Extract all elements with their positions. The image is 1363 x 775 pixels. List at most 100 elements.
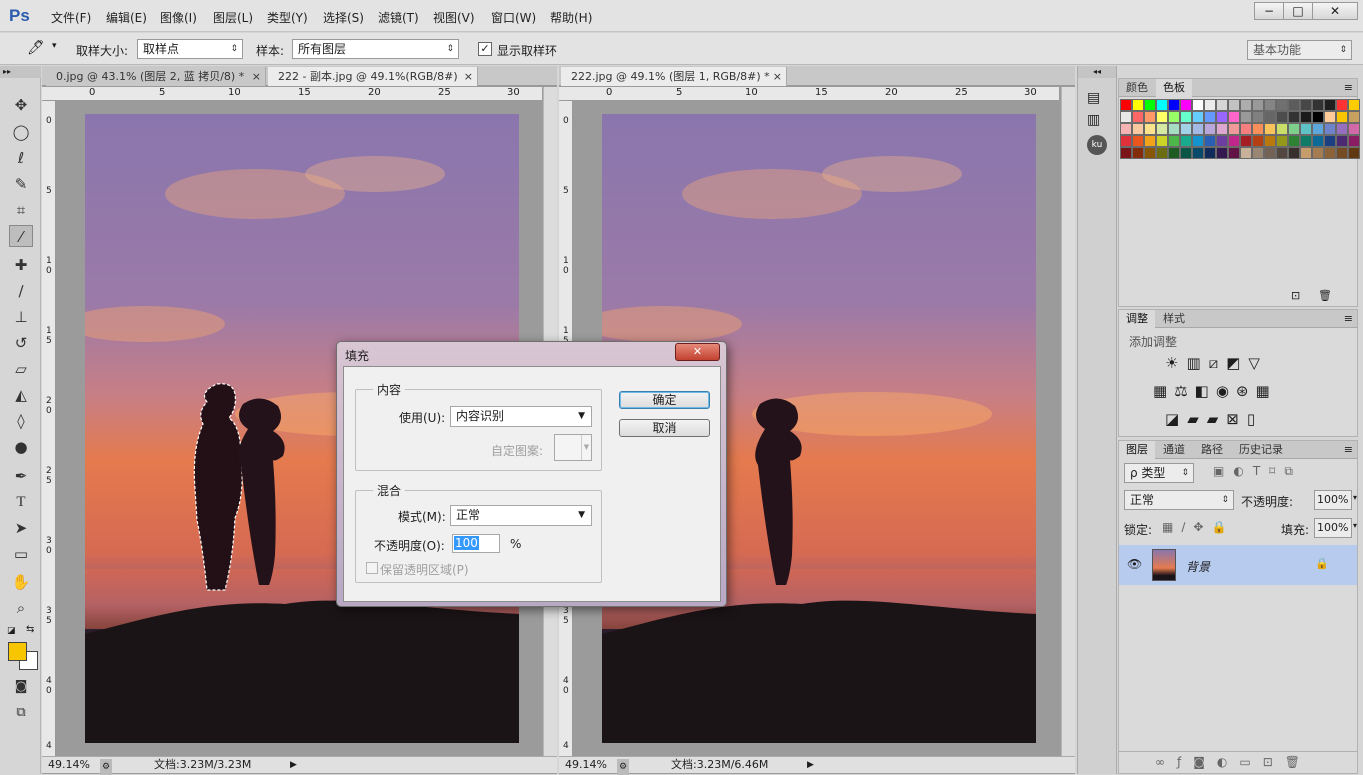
brush-icon[interactable]: ∕	[9, 280, 33, 302]
eyedropper-icon[interactable]: ⁄	[9, 225, 33, 247]
trash-icon[interactable]: 🗑	[1285, 755, 1312, 769]
link-icon[interactable]: ∞	[1155, 755, 1177, 769]
tab-styles[interactable]: 样式	[1156, 310, 1192, 328]
color-swatch[interactable]	[1216, 111, 1228, 123]
color-swatch[interactable]	[1240, 147, 1252, 159]
tab-history[interactable]: 历史记录	[1232, 441, 1290, 459]
color-swatch[interactable]	[1324, 135, 1336, 147]
color-swatch[interactable]	[1264, 147, 1276, 159]
color-swatch[interactable]	[1324, 147, 1336, 159]
tab-channels[interactable]: 通道	[1156, 441, 1192, 459]
brightness-icon[interactable]: ☀	[1165, 354, 1186, 372]
color-swatch[interactable]	[1276, 111, 1288, 123]
eraser-icon[interactable]: ▱	[9, 358, 33, 380]
tab-swatches[interactable]: 色板	[1156, 79, 1192, 97]
color-swatch[interactable]	[1324, 123, 1336, 135]
blur-icon[interactable]: ◊	[9, 410, 33, 432]
color-swatch[interactable]	[1300, 123, 1312, 135]
color-swatch[interactable]	[1120, 147, 1132, 159]
color-swatch[interactable]	[1228, 111, 1240, 123]
color-swatch[interactable]	[1180, 147, 1192, 159]
color-swatch[interactable]	[1168, 111, 1180, 123]
eyedropper-icon[interactable]: 🖊	[27, 40, 45, 56]
menu-file[interactable]: 文件(F)	[51, 9, 91, 26]
color-swatch[interactable]	[1132, 111, 1144, 123]
color-swatch[interactable]	[1132, 99, 1144, 111]
color-swatch[interactable]	[1336, 123, 1348, 135]
hue-saturation-icon[interactable]: ▦	[1153, 382, 1174, 400]
color-swatch[interactable]	[1348, 135, 1360, 147]
lock-pixels-icon[interactable]: ∕	[1181, 520, 1193, 534]
tab-paths[interactable]: 路径	[1194, 441, 1230, 459]
new-swatch-icon[interactable]: ⊡	[1291, 289, 1300, 302]
zoom-level[interactable]: 49.14%	[565, 757, 607, 773]
color-swatch[interactable]	[1264, 135, 1276, 147]
color-swatch[interactable]	[1312, 147, 1324, 159]
lock-transparent-icon[interactable]: ▦	[1162, 520, 1181, 534]
menu-select[interactable]: 选择(S)	[323, 9, 364, 26]
color-swatch[interactable]	[1204, 111, 1216, 123]
color-swatch[interactable]	[1336, 99, 1348, 111]
color-swatch[interactable]	[1288, 111, 1300, 123]
default-colors-icon[interactable]: ◪	[7, 626, 16, 636]
bucket-icon[interactable]: ◭	[9, 384, 33, 406]
status-arrow-icon[interactable]: ▶	[807, 757, 814, 773]
color-swatch[interactable]	[1192, 135, 1204, 147]
color-swatch[interactable]	[1288, 147, 1300, 159]
color-swatch[interactable]	[1336, 147, 1348, 159]
fx-icon[interactable]: ƒ	[1177, 755, 1193, 769]
path-select-icon[interactable]: ➤	[9, 517, 33, 539]
invert-icon[interactable]: ◪	[1165, 410, 1187, 428]
color-lookup-icon[interactable]: ▦	[1256, 382, 1277, 400]
shape-icon[interactable]: ▭	[9, 543, 33, 565]
vibrance-icon[interactable]: ▽	[1248, 354, 1268, 372]
properties-panel-icon[interactable]: ▥	[1087, 112, 1100, 128]
layer-row-background[interactable]: 👁 背景 🔒	[1119, 545, 1357, 585]
color-swatch[interactable]	[1276, 135, 1288, 147]
swatch-grid[interactable]	[1119, 98, 1360, 188]
color-swatch[interactable]	[1180, 99, 1192, 111]
color-balance-icon[interactable]: ⚖	[1174, 382, 1194, 400]
status-arrow-icon[interactable]: ▶	[290, 757, 297, 773]
new-adjustment-icon[interactable]: ◐	[1217, 755, 1239, 769]
swap-colors-icon[interactable]: ⇆	[26, 624, 34, 635]
lock-position-icon[interactable]: ✥	[1193, 520, 1211, 534]
color-swatch[interactable]	[1192, 147, 1204, 159]
image-filter-icon[interactable]: ▣	[1213, 464, 1233, 478]
mask-icon[interactable]: ◙	[1193, 755, 1217, 769]
color-swatch[interactable]	[1348, 147, 1360, 159]
lock-all-icon[interactable]: 🔒	[1211, 520, 1234, 534]
adjust-filter-icon[interactable]: ◐	[1233, 464, 1252, 478]
foreground-color-swatch[interactable]	[8, 642, 27, 661]
use-select[interactable]: 内容识别 ▼	[450, 406, 592, 427]
color-swatch[interactable]	[1120, 135, 1132, 147]
color-swatch[interactable]	[1144, 123, 1156, 135]
color-swatch[interactable]	[1192, 99, 1204, 111]
type-icon[interactable]: T	[9, 491, 33, 513]
eye-icon[interactable]: 👁	[1127, 557, 1142, 571]
zoom-level[interactable]: 49.14%	[48, 757, 90, 773]
menu-window[interactable]: 窗口(W)	[491, 9, 536, 26]
minimize-button[interactable]: −	[1254, 2, 1284, 20]
color-swatch[interactable]	[1144, 147, 1156, 159]
color-swatch[interactable]	[1336, 135, 1348, 147]
stamp-icon[interactable]: ⊥	[9, 306, 33, 328]
color-swatch[interactable]	[1156, 123, 1168, 135]
color-swatch[interactable]	[1276, 99, 1288, 111]
color-swatch[interactable]	[1312, 111, 1324, 123]
quick-mask-icon[interactable]: ◙	[9, 676, 33, 698]
doc1-tab-0[interactable]: 0.jpg @ 43.1% (图层 2, 蓝 拷贝/8) * ×	[46, 67, 266, 86]
menu-help[interactable]: 帮助(H)	[550, 9, 592, 26]
mode-select[interactable]: 正常 ▼	[450, 505, 592, 526]
zoom-icon[interactable]: ⌕	[9, 597, 33, 619]
color-swatch[interactable]	[1252, 99, 1264, 111]
tab-layers[interactable]: 图层	[1119, 441, 1155, 459]
close-window-button[interactable]: ✕	[1312, 2, 1358, 20]
color-swatch[interactable]	[1132, 123, 1144, 135]
opacity-input[interactable]: 100	[452, 534, 500, 553]
menu-type[interactable]: 类型(Y)	[267, 9, 308, 26]
maximize-button[interactable]: □	[1283, 2, 1313, 20]
color-swatch[interactable]	[1192, 123, 1204, 135]
color-swatch[interactable]	[1180, 111, 1192, 123]
color-swatch[interactable]	[1324, 111, 1336, 123]
